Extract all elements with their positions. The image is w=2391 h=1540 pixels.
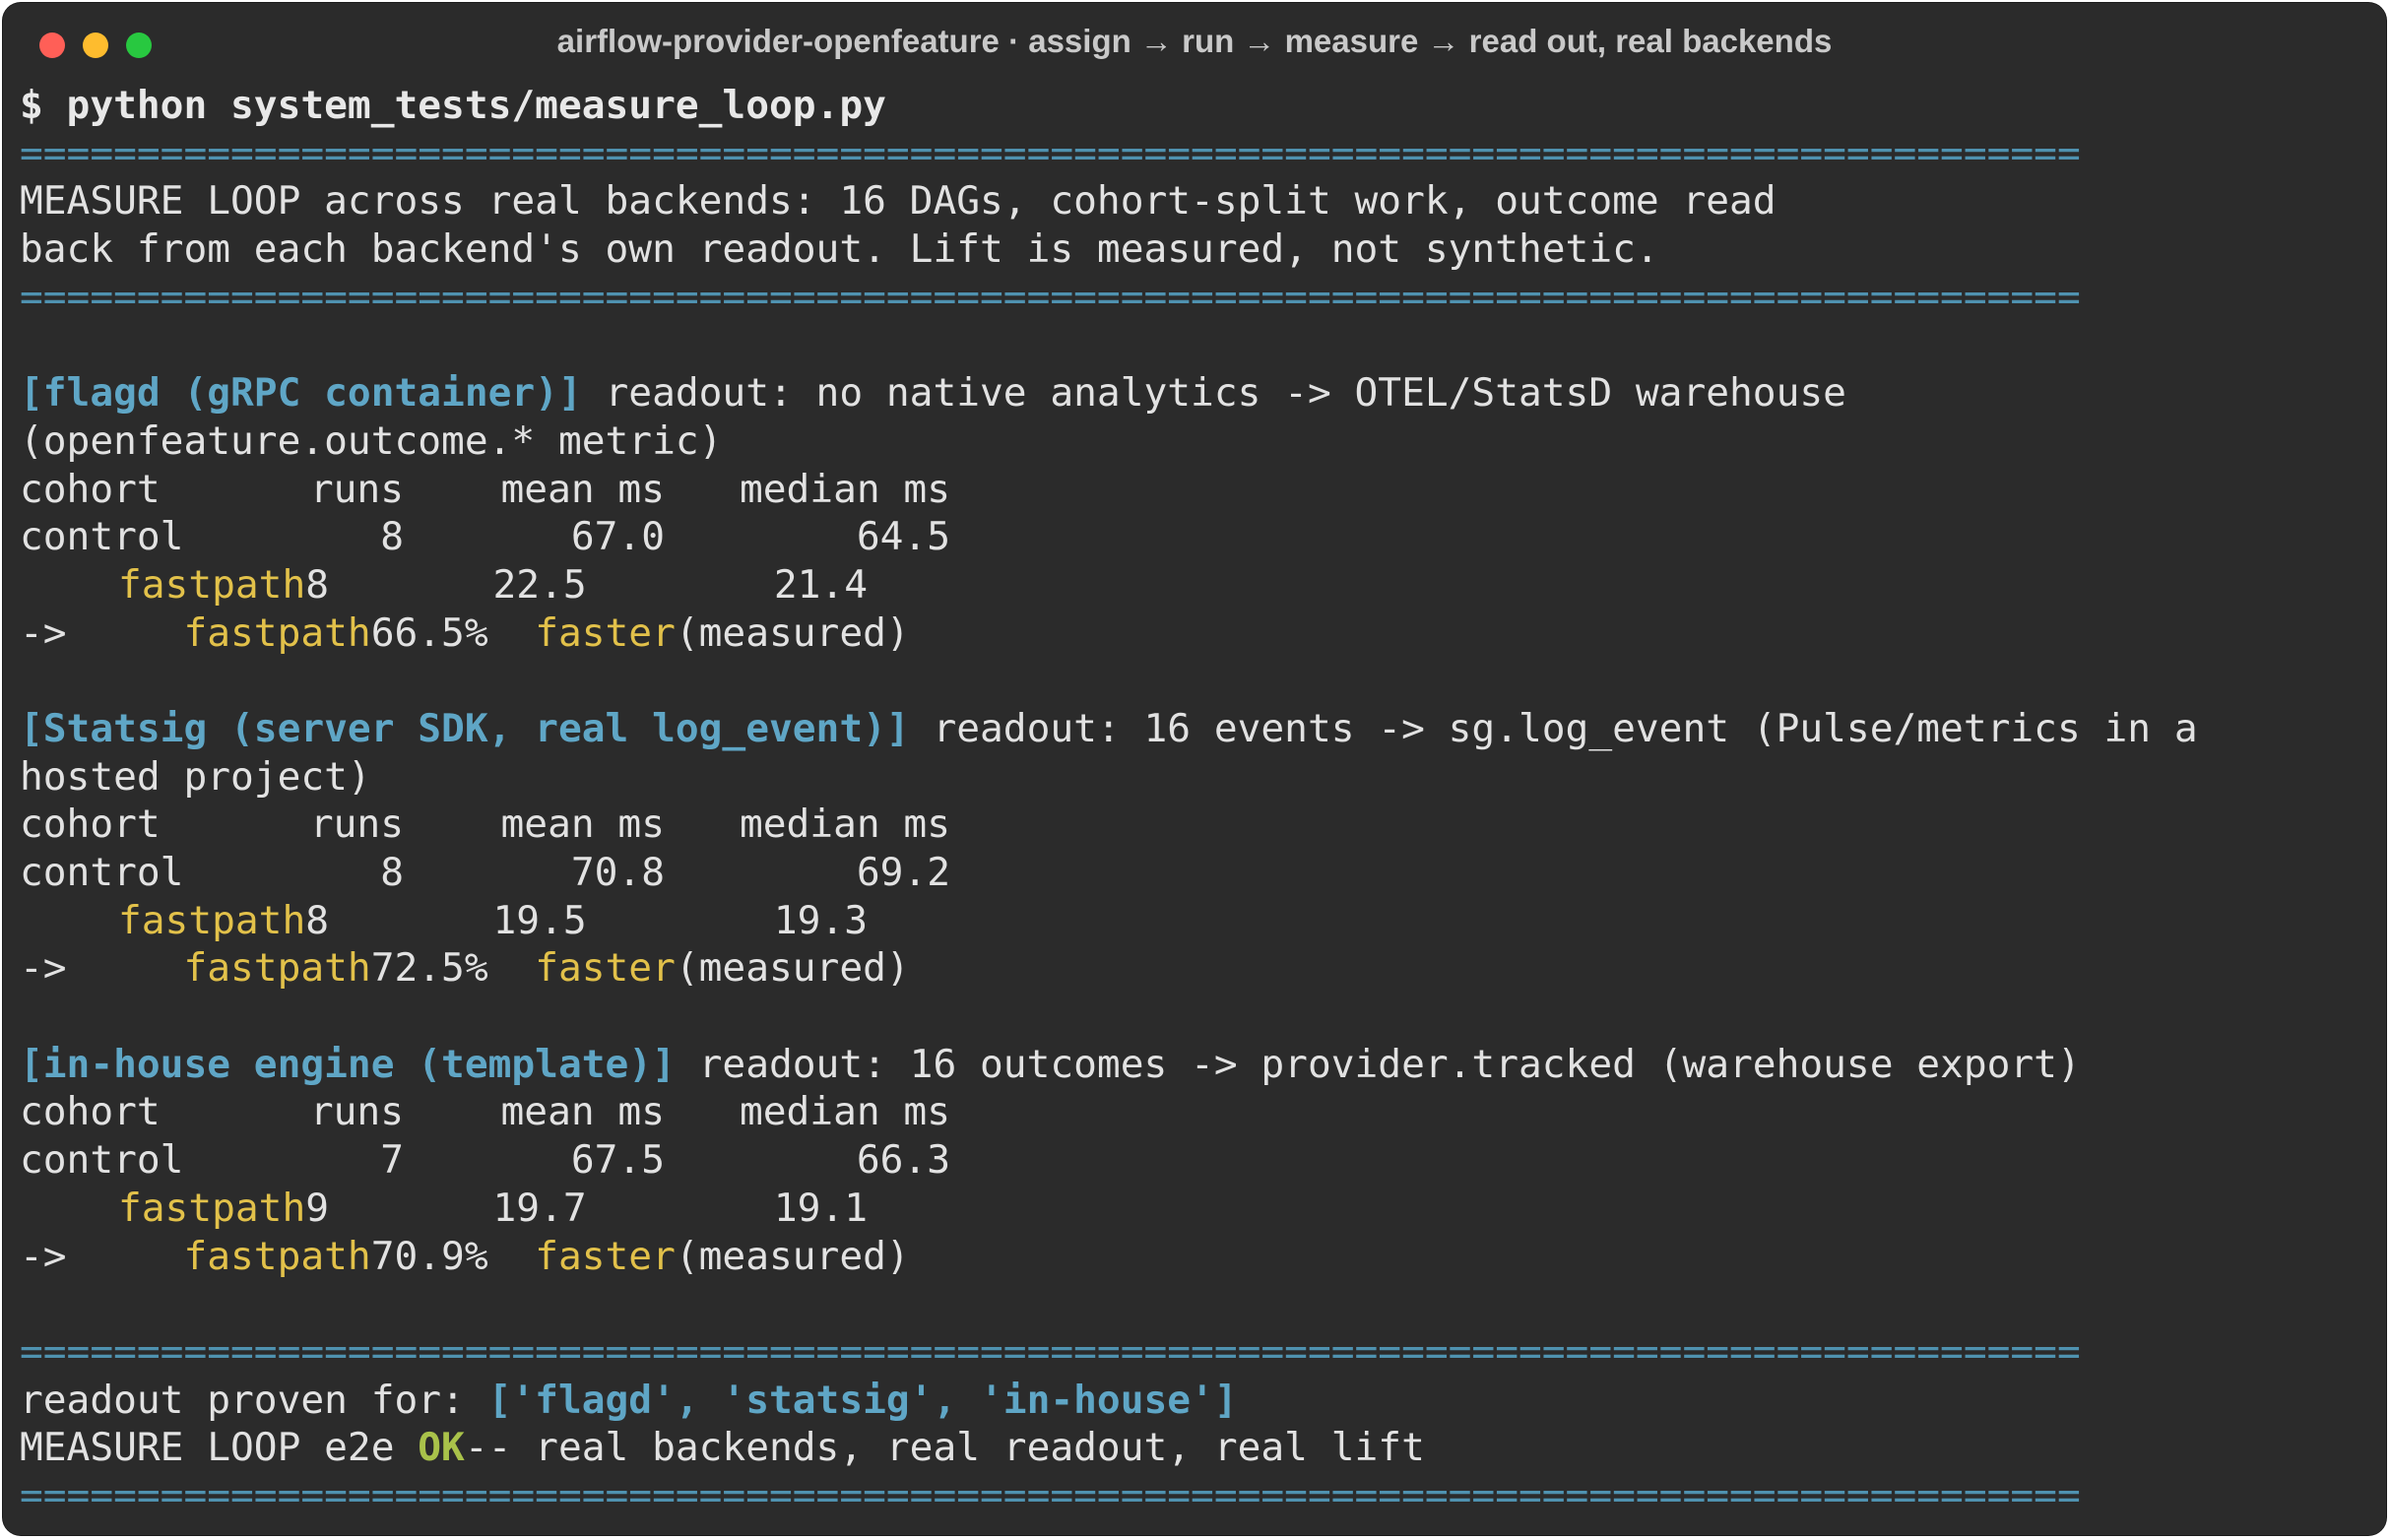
- table-header: cohort runs mean ms median ms: [20, 466, 950, 512]
- intro-line: back from each backend's own readout. Li…: [20, 226, 1659, 273]
- backend-readout-continued: (openfeature.outcome.* metric): [20, 417, 723, 464]
- lift-line: -> fastpath70.9% faster(measured): [20, 1233, 910, 1279]
- backend-name: [in-house engine (template)]: [20, 1041, 676, 1087]
- backend-readout: readout: 16 events -> sg.log_event (Puls…: [909, 705, 2198, 751]
- table-row-control: control 8 70.8 69.2: [20, 850, 950, 895]
- table-row-fastpath: fastpath8 22.5 21.4: [118, 561, 868, 608]
- table-row-fastpath: fastpath9 19.7 19.1: [118, 1185, 868, 1231]
- backend-readout: readout: 16 outcomes -> provider.tracked…: [675, 1041, 2081, 1087]
- backend-header-flagd: [flagd (gRPC container)] readout: no nat…: [20, 369, 2386, 417]
- table-row-control: control 7 67.5 66.3: [20, 1137, 950, 1184]
- terminal-window: airflow-provider-openfeature · assign → …: [3, 3, 2386, 1535]
- window-title: airflow-provider-openfeature · assign → …: [556, 23, 1833, 59]
- lift-line: -> fastpath66.5% faster(measured): [20, 610, 910, 656]
- backend-readout-continued: hosted project): [20, 753, 371, 800]
- table-row-control: control 8 67.0 64.5: [20, 514, 950, 560]
- backend-header-statsig: [Statsig (server SDK, real log_event)] r…: [20, 705, 2386, 753]
- table-header: cohort runs mean ms median ms: [20, 802, 950, 848]
- backend-name: [flagd (gRPC container)]: [20, 370, 582, 417]
- readout-proven-line: readout proven for: ['flagd', 'statsig',…: [20, 1377, 1238, 1423]
- backend-readout: readout: no native analytics -> OTEL/Sta…: [581, 370, 1846, 417]
- lift-line: -> fastpath72.5% faster(measured): [20, 945, 910, 992]
- terminal-output[interactable]: $ python system_tests/measure_loop.py ==…: [20, 82, 2386, 1520]
- command-line: $ python system_tests/measure_loop.py: [20, 83, 886, 128]
- separator-rule: ========================================…: [20, 1328, 2081, 1375]
- backend-header-in-house: [in-house engine (template)] readout: 16…: [20, 1041, 2386, 1089]
- separator-rule: ========================================…: [20, 274, 2081, 320]
- table-header: cohort runs mean ms median ms: [20, 1089, 950, 1135]
- intro-line: MEASURE LOOP across real backends: 16 DA…: [20, 178, 1777, 225]
- table-row-fastpath: fastpath8 19.5 19.3: [118, 897, 868, 943]
- result-line: MEASURE LOOP e2e OK-- real backends, rea…: [20, 1425, 1425, 1471]
- separator-rule: ========================================…: [20, 130, 2081, 176]
- title-bar: airflow-provider-openfeature · assign → …: [3, 3, 2386, 82]
- backend-name: [Statsig (server SDK, real log_event)]: [20, 705, 910, 751]
- ok-status: OK: [418, 1425, 465, 1471]
- separator-rule: ========================================…: [20, 1472, 2081, 1518]
